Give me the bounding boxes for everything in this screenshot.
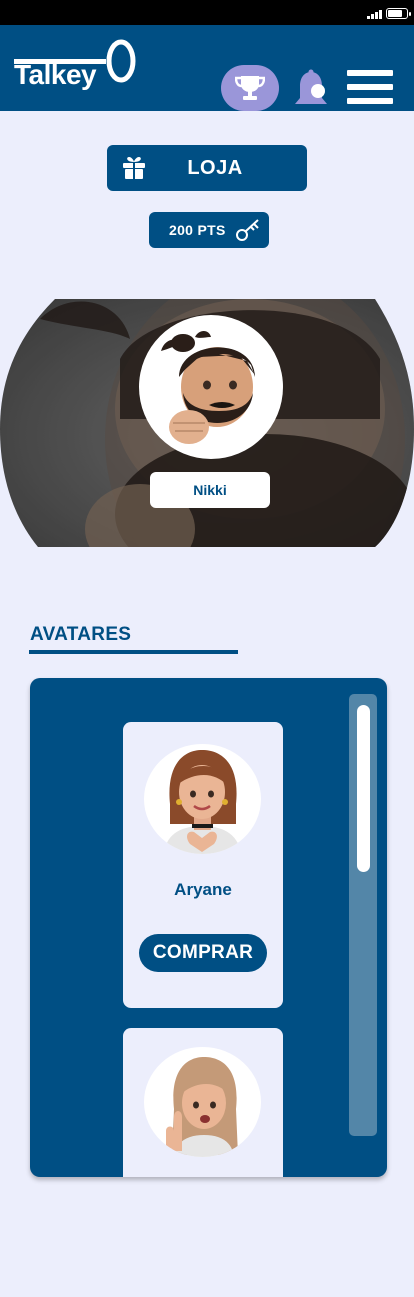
battery-icon: [386, 8, 411, 19]
scrollbar-thumb[interactable]: [357, 705, 370, 872]
status-bar: [0, 0, 414, 25]
profile-avatar[interactable]: [139, 315, 283, 459]
card-name: Aryane: [174, 880, 232, 899]
status-icons: [367, 8, 411, 19]
scrollbar-track[interactable]: [349, 694, 377, 1136]
points-label: 200 PTS: [169, 222, 226, 238]
app-header: Talkey: [0, 25, 414, 111]
card-avatar-image: [144, 744, 261, 854]
memoji-avatar-bearded: [161, 331, 255, 444]
signal-icon: [367, 9, 382, 19]
logo-text: Talkey: [14, 59, 97, 90]
avatar-card[interactable]: [123, 1028, 283, 1177]
card-avatar-image: [144, 1047, 261, 1157]
profile-name-tag: Nikki: [150, 472, 270, 508]
section-title-avatares: AVATARES: [30, 624, 132, 645]
trophy-icon: [235, 76, 265, 100]
avatars-panel: Aryane COMPRAR: [30, 678, 387, 1177]
avatar-card[interactable]: Aryane COMPRAR: [123, 722, 283, 1008]
store-label: LOJA: [187, 157, 243, 179]
bell-icon[interactable]: [292, 69, 330, 109]
store-button[interactable]: LOJA: [107, 145, 307, 191]
memoji-avatar-aryane: [164, 750, 241, 854]
key-icon: [236, 219, 259, 241]
memoji-avatar-blonde: [166, 1057, 238, 1157]
points-badge: 200 PTS: [149, 212, 269, 248]
buy-button[interactable]: COMPRAR: [139, 934, 267, 972]
section-underline: [29, 650, 238, 654]
menu-icon[interactable]: [347, 70, 395, 106]
trophy-button[interactable]: [221, 65, 279, 111]
